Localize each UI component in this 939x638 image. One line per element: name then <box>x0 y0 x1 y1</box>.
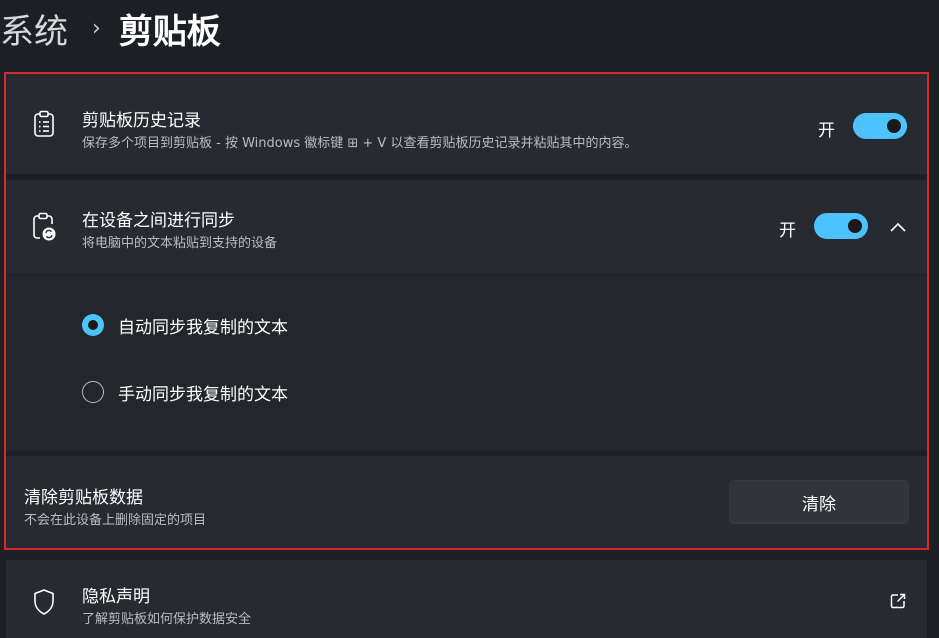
privacy-title: 隐私声明 <box>82 587 150 607</box>
shield-icon <box>30 588 58 616</box>
breadcrumb: 系统 › 剪贴板 <box>0 4 221 52</box>
privacy-card[interactable]: 隐私声明 了解剪贴板如何保护数据安全 <box>6 560 927 638</box>
privacy-subtitle: 了解剪贴板如何保护数据安全 <box>82 612 252 627</box>
breadcrumb-parent[interactable]: 系统 <box>0 4 68 53</box>
external-link-icon[interactable] <box>889 592 907 610</box>
page-title: 剪贴板 <box>118 11 221 52</box>
highlight-border <box>4 72 929 550</box>
breadcrumb-separator: › <box>92 15 101 41</box>
